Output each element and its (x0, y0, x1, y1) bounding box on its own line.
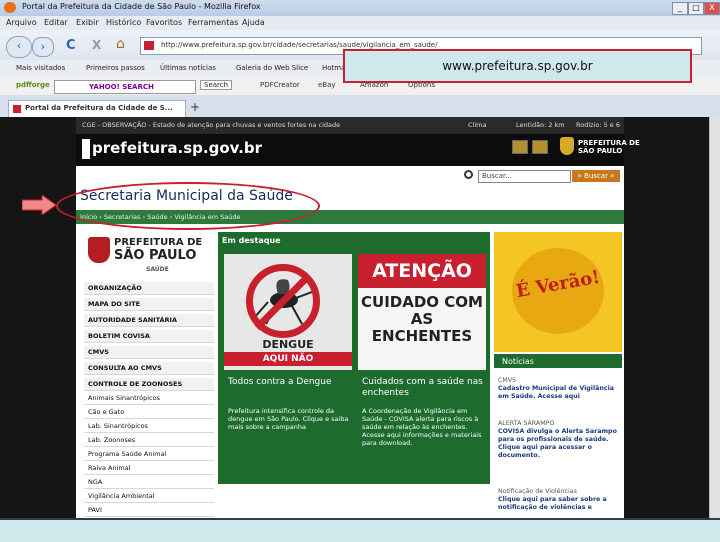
menu-ferramentas[interactable]: Ferramentas (188, 18, 238, 27)
site-logo[interactable]: prefeitura.sp.gov.br (92, 139, 262, 157)
pdfforge-logo: pdfforge (16, 81, 50, 89)
ebay-button[interactable]: eBay (318, 81, 336, 89)
tab-label: Portal da Prefeitura da Cidade de S... (25, 104, 173, 112)
menu-vigilancia-ambiental[interactable]: Vigilância Ambiental (84, 490, 214, 503)
menu-programa-saude-animal[interactable]: Programa Saúde Animal (84, 448, 214, 461)
search-icon (464, 170, 473, 179)
news-item[interactable]: CMVS Cadastro Municipal de Vigilância em… (498, 377, 620, 401)
menu-editar[interactable]: Editar (44, 18, 68, 27)
menu-boletim-covisa[interactable]: BOLETIM COVISA (84, 330, 214, 343)
left-logo-text: PREFEITURA DE SÃO PAULO (114, 237, 202, 263)
back-button[interactable]: ‹ (6, 36, 32, 58)
pointer-arrow-icon (22, 195, 56, 215)
left-logo-line1: PREFEITURA DE (114, 237, 203, 248)
enchentes-banner-head: ATENÇÃO (358, 254, 486, 288)
alert-strip: CGE - OBSERVAÇÃO - Estado de atenção par… (76, 117, 624, 134)
yahoo-search-button[interactable]: Search (200, 80, 233, 90)
news-item-text[interactable]: Clique aqui para saber sobre a notificaç… (498, 496, 620, 512)
left-logo-line2: SÃO PAULO (114, 248, 197, 263)
menu-mapa-site[interactable]: MAPA DO SITE (84, 298, 214, 311)
menu-historico[interactable]: Histórico (106, 18, 141, 27)
menu-autoridade-sanitaria[interactable]: AUTORIDADE SANITÁRIA (84, 314, 214, 327)
pdfcreator-button[interactable]: PDFCreator (260, 81, 300, 89)
home-icon[interactable]: ⌂ (116, 36, 125, 52)
minimize-button[interactable]: _ (672, 2, 688, 15)
stop-icon[interactable]: X (92, 38, 101, 52)
page-margin-left (0, 117, 76, 518)
menu-ajuda[interactable]: Ajuda (242, 18, 265, 27)
reload-icon[interactable]: C (66, 38, 76, 53)
address-url: http://www.prefeitura.sp.gov.br/cidade/s… (161, 41, 438, 49)
news-item-text[interactable]: COVISA divulga o Alerta Sarampo para os … (498, 428, 620, 460)
news-item-head: Notificação de Violências (498, 488, 577, 495)
menu-lab-zoonoses[interactable]: Lab. Zoonoses (84, 434, 214, 447)
news-header: Notícias (494, 354, 622, 368)
window-titlebar: Portal da Prefeitura da Cidade de São Pa… (0, 0, 720, 16)
enchentes-caption-title[interactable]: Cuidados com a saúde nas enchentes (362, 377, 486, 399)
dengue-banner-title: DENGUE (262, 338, 314, 351)
menu-raiva-animal[interactable]: Raiva Animal (84, 462, 214, 475)
tab-prefeitura[interactable]: Portal da Prefeitura da Cidade de S... (8, 100, 186, 117)
site-favicon (144, 41, 154, 50)
menu-controle-zoonoses[interactable]: CONTROLE DE ZOONOSES (84, 378, 214, 391)
menu-nga[interactable]: NGA (84, 476, 214, 489)
page-margin-right (624, 117, 709, 518)
bookmark-primeiros-passos[interactable]: Primeiros passos (86, 64, 145, 72)
menu-animais-sinantropicos[interactable]: Animais Sinantrópicos (84, 392, 214, 405)
sp-left-crest-icon (88, 237, 110, 263)
new-tab-button[interactable]: + (190, 100, 200, 114)
menu-exibir[interactable]: Exibir (76, 18, 99, 27)
menu-organizacao[interactable]: ORGANIZAÇÃO (84, 282, 214, 295)
news-item-head: CMVS (498, 377, 517, 384)
tab-favicon (13, 105, 21, 113)
vertical-scrollbar[interactable] (709, 117, 720, 518)
menu-bar: Arquivo Editar Exibir Histórico Favorito… (0, 16, 720, 30)
sp-crest-icon (560, 137, 574, 155)
menu-consulta-cmvs[interactable]: CONSULTA AO CMVS (84, 362, 214, 375)
menu-pavi[interactable]: PAVI (84, 504, 214, 517)
news-item[interactable]: ALERTA SARAMPO COVISA divulga o Alerta S… (498, 420, 620, 460)
yahoo-search-label: YAHOO! SEARCH (89, 83, 154, 91)
alert-text[interactable]: CGE - OBSERVAÇÃO - Estado de atenção par… (82, 121, 340, 129)
dengue-caption-title[interactable]: Todos contra a Dengue (228, 377, 352, 388)
bookmark-mais-visitados[interactable]: Mais visitados (16, 64, 65, 72)
featured-title: Em destaque (222, 236, 281, 245)
sp-header-name-line1: PREFEITURA DE (578, 139, 640, 147)
sp-header-name-line2: SÃO PAULO (578, 147, 623, 155)
bookmark-ultimas-noticias[interactable]: Últimas notícias (160, 64, 216, 72)
menu-cao-gato[interactable]: Cão e Gato (84, 406, 214, 419)
left-logo-sub: SAÚDE (146, 266, 169, 273)
language-icon[interactable] (532, 140, 548, 154)
news-item-text[interactable]: Cadastro Municipal de Vigilância em Saúd… (498, 385, 620, 401)
highlight-ellipse (56, 182, 320, 230)
maximize-button[interactable]: □ (688, 2, 704, 15)
enchentes-caption-body: A Coordenação de Vigilância em Saúde - C… (362, 407, 482, 447)
site-search-button[interactable]: » Buscar » (572, 170, 620, 182)
close-window-button[interactable]: X (704, 2, 720, 15)
menu-lab-sinantropicos[interactable]: Lab. Sinantrópicos (84, 420, 214, 433)
news-item[interactable]: Notificação de Violências Clique aqui pa… (498, 488, 620, 512)
url-callout: www.prefeitura.sp.gov.br (343, 49, 692, 83)
lentidao-text: Lentidão: 2 km (516, 121, 565, 129)
window-title: Portal da Prefeitura da Cidade de São Pa… (22, 2, 261, 11)
dengue-banner-sub: AQUI NÃO (224, 352, 352, 366)
prefeitura-logo-mark (82, 139, 90, 159)
accessibility-icon[interactable] (512, 140, 528, 154)
yahoo-search-input[interactable]: YAHOO! SEARCH (54, 80, 196, 94)
slide-bottom-panel (0, 518, 720, 542)
sp-header-name: PREFEITURA DE SÃO PAULO (578, 139, 640, 155)
enchentes-banner-text: CUIDADO COM AS ENCHENTES (361, 293, 483, 345)
firefox-icon (4, 2, 16, 13)
menu-cmvs[interactable]: CMVS (84, 346, 214, 359)
news-item-head: ALERTA SARAMPO (498, 420, 555, 427)
menu-arquivo[interactable]: Arquivo (6, 18, 37, 27)
dengue-caption-body: Prefeitura intensifica controle da dengu… (228, 407, 349, 431)
menu-favoritos[interactable]: Favoritos (146, 18, 182, 27)
bookmark-web-slice[interactable]: Galeria do Web Slice (236, 64, 308, 72)
forward-button[interactable]: › (32, 37, 54, 57)
rodizio-text: Rodízio: 5 e 6 (576, 121, 620, 129)
site-search-input[interactable]: Buscar... (478, 170, 571, 183)
clima-link[interactable]: Clima (468, 121, 486, 129)
news-title: Notícias (502, 357, 534, 366)
